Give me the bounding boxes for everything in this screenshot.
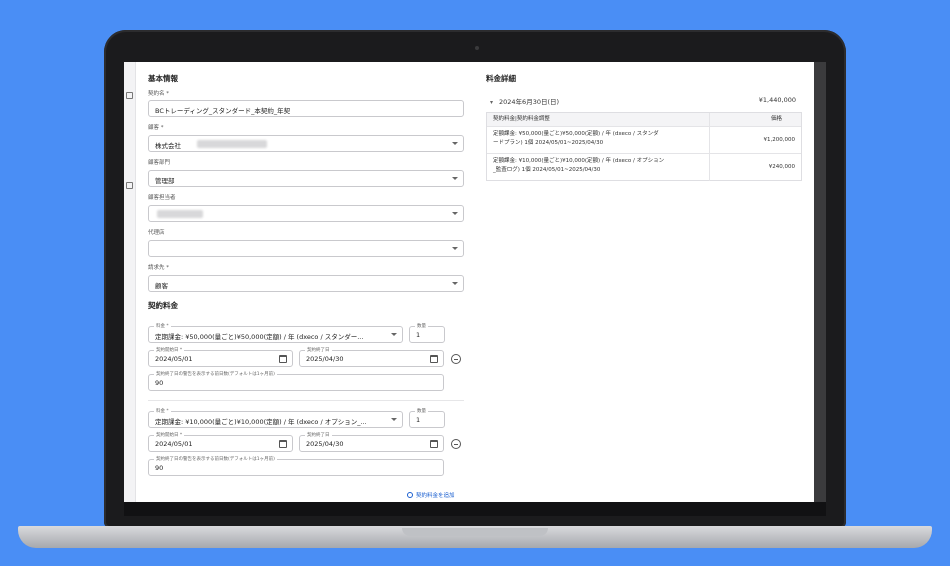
add-circle-icon (407, 492, 413, 498)
chevron-down-icon (452, 247, 458, 250)
notice-days-input[interactable]: 契約終了日の警告を表示する前日数(デフォルトは1ヶ月前) 90 (148, 371, 444, 391)
redacted-text (197, 140, 267, 148)
start-date-label: 契約開始日 * (154, 347, 185, 353)
period-label: 2024年6月30日(日) (499, 98, 560, 106)
start-date-input[interactable]: 契約開始日 * 2024/05/01 (148, 347, 293, 367)
row-price: ¥1,200,000 (763, 137, 796, 143)
desc-line: 定額課金: ¥10,000(量ごと)¥10,000(定額) / 年 (dxeco… (493, 158, 665, 164)
table-row: 定額課金: ¥10,000(量ごと)¥10,000(定額) / 年 (dxeco… (487, 154, 801, 181)
chevron-down-icon (391, 418, 397, 421)
calendar-icon[interactable] (279, 355, 287, 363)
fee-label: 料金 * (154, 323, 171, 329)
row-description: 定額課金: ¥10,000(量ごと)¥10,000(定額) / 年 (dxeco… (493, 157, 708, 175)
desc-line: ードプラン) 1個 2024/05/01~2025/04/30 (493, 140, 604, 146)
fee-select[interactable]: 料金 * 定期課金: ¥50,000(量ごと)¥50,000(定額) / 年 (… (148, 323, 403, 343)
notice-days-label: 契約終了日の警告を表示する前日数(デフォルトは1ヶ月前) (154, 456, 277, 462)
nav-icon[interactable] (126, 182, 133, 189)
row-price: ¥240,000 (768, 164, 795, 170)
bezel-bottom (124, 502, 826, 516)
contract-fees-title: 契約料金 (148, 301, 178, 310)
divider (148, 400, 464, 401)
quantity-input[interactable]: 数量 1 (409, 323, 445, 343)
notice-days-value: 90 (155, 464, 164, 472)
contract-edit-app: 基本情報 契約名 * BCトレーディング_スタンダード_本契約_年契 顧客 * … (124, 62, 814, 502)
nav-icon[interactable] (126, 92, 133, 99)
end-date-value: 2025/04/30 (306, 355, 344, 363)
end-date-input[interactable]: 契約終了日 2025/04/30 (299, 347, 444, 367)
start-date-value: 2024/05/01 (155, 440, 193, 448)
screen-edge (814, 62, 826, 516)
fee-value: 定期課金: ¥50,000(量ごと)¥50,000(定額) / 年 (dxeco… (155, 333, 364, 341)
chevron-down-icon (452, 142, 458, 145)
chevron-down-icon (452, 177, 458, 180)
quantity-label: 数量 (415, 323, 428, 329)
customer-select[interactable]: 株式会社 (148, 135, 464, 152)
camera (475, 46, 479, 50)
billing-value: 顧客 (155, 282, 168, 290)
side-rail (124, 62, 136, 502)
period-total: ¥1,440,000 (758, 96, 796, 104)
add-contract-fee-label: 契約料金を追加 (416, 493, 455, 499)
chevron-down-icon (452, 212, 458, 215)
start-date-label: 契約開始日 * (154, 432, 185, 438)
desc-line: _監査ログ) 1個 2024/05/01~2025/04/30 (493, 167, 601, 173)
start-date-input[interactable]: 契約開始日 * 2024/05/01 (148, 432, 293, 452)
billing-select[interactable]: 顧客 (148, 275, 464, 292)
end-date-label: 契約終了日 (305, 347, 332, 353)
basic-info-title: 基本情報 (148, 74, 178, 83)
contract-name-label: 契約名 * (148, 91, 169, 97)
chevron-down-icon (452, 282, 458, 285)
customer-label: 顧客 * (148, 125, 164, 131)
laptop-notch (402, 528, 548, 536)
billing-label: 請求先 * (148, 265, 169, 271)
fee-label: 料金 * (154, 408, 171, 414)
column-divider (709, 113, 710, 181)
fee-details-title: 料金詳細 (486, 74, 516, 83)
end-date-value: 2025/04/30 (306, 440, 344, 448)
calendar-icon[interactable] (430, 355, 438, 363)
table-header-row: 契約料金|契約料金調整 価格 (487, 113, 801, 127)
customer-contact-label: 顧客担当者 (148, 195, 176, 201)
customer-department-value: 管理部 (155, 177, 175, 185)
add-contract-fee-link[interactable]: 契約料金を追加 (407, 491, 455, 499)
table-header-price: 価格 (771, 116, 783, 122)
remove-circle-icon[interactable] (451, 354, 461, 364)
customer-department-select[interactable]: 管理部 (148, 170, 464, 187)
quantity-value: 1 (416, 331, 421, 339)
table-header-item: 契約料金|契約料金調整 (493, 116, 550, 122)
notice-days-input[interactable]: 契約終了日の警告を表示する前日数(デフォルトは1ヶ月前) 90 (148, 456, 444, 476)
customer-contact-select[interactable] (148, 205, 464, 222)
customer-value: 株式会社 (155, 142, 181, 150)
end-date-input[interactable]: 契約終了日 2025/04/30 (299, 432, 444, 452)
quantity-input[interactable]: 数量 1 (409, 408, 445, 428)
calendar-icon[interactable] (430, 440, 438, 448)
table-row: 定額課金: ¥50,000(量ごと)¥50,000(定額) / 年 (dxeco… (487, 127, 801, 154)
customer-department-label: 顧客部門 (148, 160, 171, 166)
agency-select[interactable] (148, 240, 464, 257)
desc-line: 定額課金: ¥50,000(量ごと)¥50,000(定額) / 年 (dxeco… (493, 131, 659, 137)
calendar-icon[interactable] (279, 440, 287, 448)
notice-days-value: 90 (155, 379, 164, 387)
fee-value: 定期課金: ¥10,000(量ごと)¥10,000(定額) / 年 (dxeco… (155, 418, 367, 426)
contract-name-value: BCトレーディング_スタンダード_本契約_年契 (155, 107, 291, 115)
fee-details-table: 契約料金|契約料金調整 価格 定額課金: ¥50,000(量ごと)¥50,000… (486, 112, 802, 181)
row-description: 定額課金: ¥50,000(量ごと)¥50,000(定額) / 年 (dxeco… (493, 130, 708, 148)
agency-label: 代理店 (148, 230, 165, 236)
contract-name-input[interactable]: BCトレーディング_スタンダード_本契約_年契 (148, 100, 464, 117)
notice-days-label: 契約終了日の警告を表示する前日数(デフォルトは1ヶ月前) (154, 371, 277, 377)
redacted-text (157, 210, 203, 218)
quantity-value: 1 (416, 416, 421, 424)
expand-more-icon: ▾ (490, 99, 494, 106)
start-date-value: 2024/05/01 (155, 355, 193, 363)
screen: 基本情報 契約名 * BCトレーディング_スタンダード_本契約_年契 顧客 * … (124, 62, 826, 516)
quantity-label: 数量 (415, 408, 428, 414)
fee-select[interactable]: 料金 * 定期課金: ¥10,000(量ごと)¥10,000(定額) / 年 (… (148, 408, 403, 428)
period-accordion[interactable]: ▾ 2024年6月30日(日) (490, 96, 559, 106)
end-date-label: 契約終了日 (305, 432, 332, 438)
remove-circle-icon[interactable] (451, 439, 461, 449)
chevron-down-icon (391, 333, 397, 336)
